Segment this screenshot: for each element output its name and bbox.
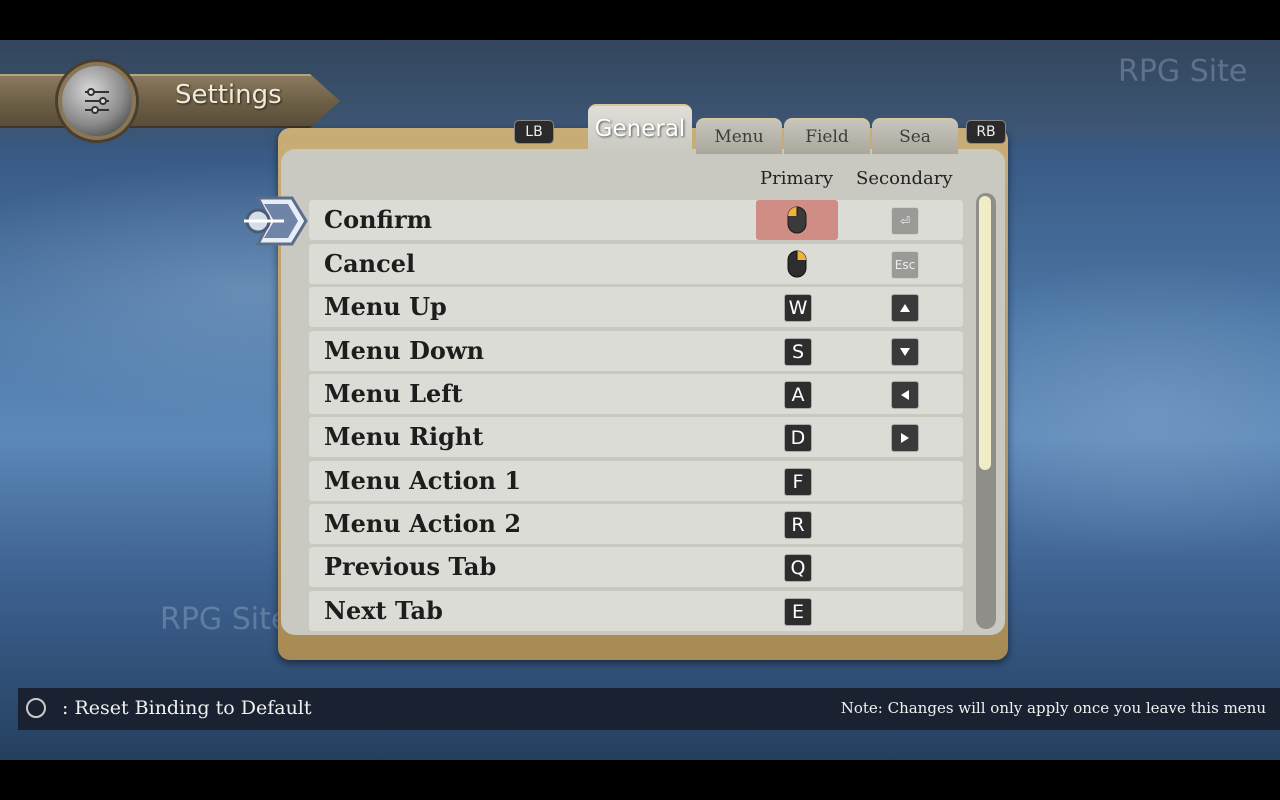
header-plate [0,74,340,128]
binding-row-previous-tab[interactable]: Previous Tab Q [309,547,963,587]
binding-action-label: Menu Action 2 [324,509,522,538]
arrow-up-icon[interactable] [891,294,919,322]
esc-key[interactable]: Esc [891,251,919,279]
view-button-icon [26,698,46,718]
page-title: Settings [175,80,282,110]
watermark: RPG Site [160,602,290,637]
arrow-right-icon[interactable] [891,424,919,452]
enter-key-icon[interactable]: ⏎ [891,207,919,235]
primary-key[interactable]: R [784,511,812,539]
rb-button[interactable]: RB [966,120,1006,144]
binding-action-label: Menu Action 1 [324,466,522,495]
primary-key[interactable]: D [784,424,812,452]
primary-key[interactable]: S [784,338,812,366]
scrollbar-thumb[interactable] [979,196,991,470]
footer-bar: : Reset Binding to Default Note: Changes… [18,688,1280,730]
binding-action-label: Previous Tab [324,552,497,581]
scrollbar[interactable] [976,193,996,629]
binding-action-label: Menu Up [324,292,447,321]
tab-general[interactable]: General [588,104,692,152]
tab-sea[interactable]: Sea [872,118,958,154]
binding-row-cancel[interactable]: Cancel Esc [309,244,963,284]
binding-row-menu-left[interactable]: Menu Left A [309,374,963,414]
tab-menu[interactable]: Menu [696,118,782,154]
tab-field[interactable]: Field [784,118,870,154]
primary-key[interactable]: Q [784,554,812,582]
sliders-icon [58,62,136,140]
watermark: RPG Site [1118,54,1248,89]
binding-action-label: Cancel [324,249,416,278]
selection-cursor-icon [240,194,308,252]
binding-row-menu-down[interactable]: Menu Down S [309,331,963,371]
binding-action-label: Confirm [324,205,433,234]
primary-key[interactable]: F [784,468,812,496]
primary-key[interactable]: A [784,381,812,409]
left-click-icon[interactable] [787,206,807,234]
reset-binding-hint: : Reset Binding to Default [62,697,312,719]
right-click-icon[interactable] [787,250,807,278]
lb-button[interactable]: LB [514,120,554,144]
binding-action-label: Menu Right [324,422,484,451]
binding-row-confirm[interactable]: Confirm ⏎ [309,200,963,240]
arrow-down-icon[interactable] [891,338,919,366]
binding-row-menu-action-1[interactable]: Menu Action 1 F [309,461,963,501]
changes-note: Note: Changes will only apply once you l… [840,699,1266,717]
binding-action-label: Menu Left [324,379,463,408]
binding-action-label: Next Tab [324,596,443,625]
binding-row-next-tab[interactable]: Next Tab E [309,591,963,631]
primary-column-header: Primary [760,168,834,189]
binding-row-menu-up[interactable]: Menu Up W [309,287,963,327]
secondary-column-header: Secondary [856,168,953,189]
arrow-left-icon[interactable] [891,381,919,409]
binding-row-menu-right[interactable]: Menu Right D [309,417,963,457]
primary-key[interactable]: W [784,294,812,322]
primary-key[interactable]: E [784,598,812,626]
binding-row-menu-action-2[interactable]: Menu Action 2 R [309,504,963,544]
binding-action-label: Menu Down [324,336,485,365]
